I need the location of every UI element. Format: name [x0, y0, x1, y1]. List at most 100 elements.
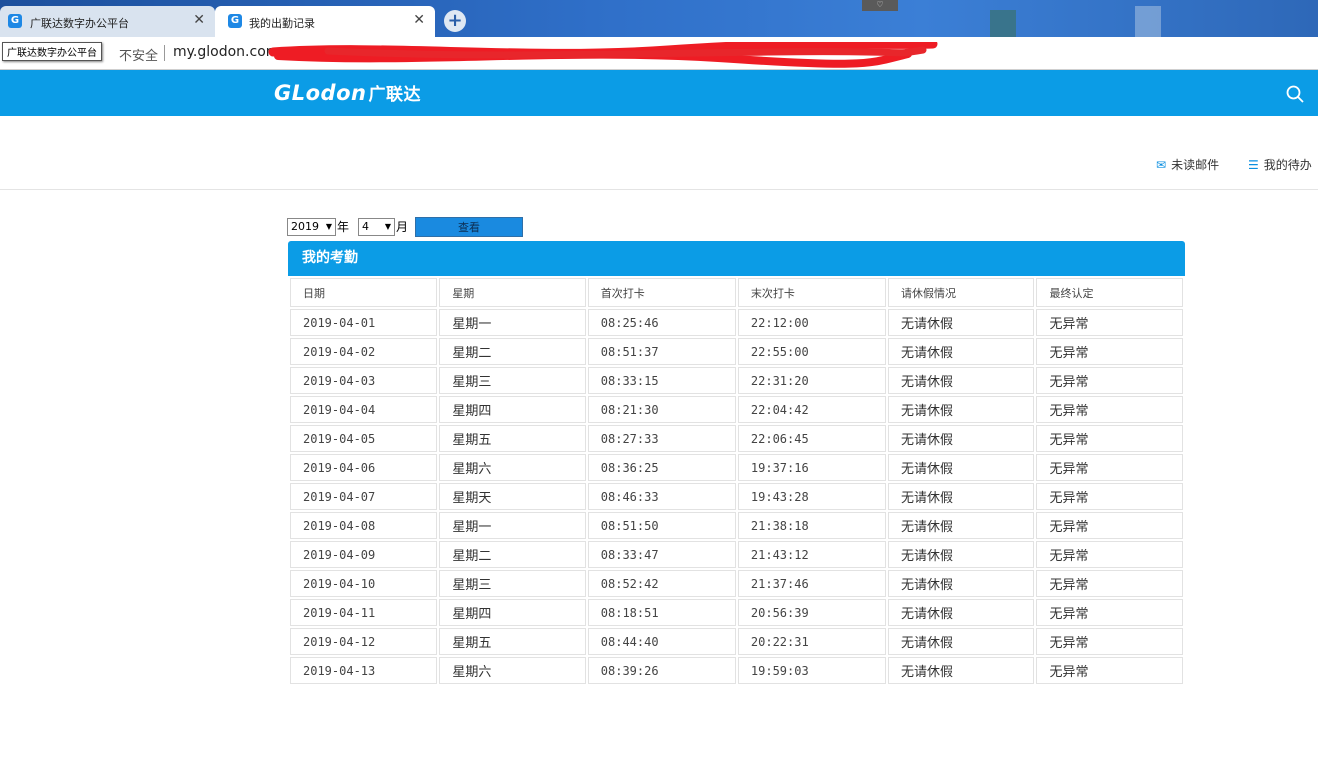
cell-leave: 无请休假: [888, 599, 1035, 626]
cell-first-punch: 08:27:33: [587, 425, 736, 452]
year-label: 年: [337, 220, 350, 234]
address-bar: 广联达数字办公平台 不安全 my.glodon.com: [0, 37, 1318, 70]
cell-last-punch: 20:22:31: [737, 628, 886, 655]
logo-en: GLodon: [274, 81, 367, 105]
cell-weekday: 星期五: [439, 425, 586, 452]
cell-date: 2019-04-07: [290, 483, 438, 510]
table-row: 2019-04-12 星期五 08:44:40 20:22:31 无请休假 无异常: [290, 628, 1183, 655]
attendance-table: 日期 星期 首次打卡 末次打卡 请休假情况 最终认定 2019-04-01 星期一…: [288, 276, 1185, 686]
glodon-logo[interactable]: GLodon 广联达: [274, 80, 421, 105]
cell-weekday: 星期六: [439, 657, 586, 684]
cell-date: 2019-04-04: [290, 396, 438, 423]
month-value: 4: [362, 220, 369, 233]
cell-weekday: 星期二: [439, 338, 586, 365]
tab-title: 广联达数字办公平台: [30, 17, 129, 30]
month-select[interactable]: 4 ▼: [358, 218, 395, 236]
cell-last-punch: 21:38:18: [737, 512, 886, 539]
cell-weekday: 星期四: [439, 396, 586, 423]
cell-leave: 无请休假: [888, 425, 1035, 452]
cell-final: 无异常: [1036, 425, 1183, 452]
cell-final: 无异常: [1036, 657, 1183, 684]
cell-first-punch: 08:36:25: [587, 454, 736, 481]
table-row: 2019-04-07 星期天 08:46:33 19:43:28 无请休假 无异常: [290, 483, 1183, 510]
cell-final: 无异常: [1036, 512, 1183, 539]
cell-final: 无异常: [1036, 396, 1183, 423]
cell-weekday: 星期天: [439, 483, 586, 510]
logo-cn: 广联达: [368, 85, 421, 105]
site-header: GLodon 广联达: [0, 70, 1318, 116]
view-button[interactable]: 查看: [415, 217, 523, 237]
panel-title: 我的考勤: [288, 241, 1185, 276]
cell-last-punch: 20:56:39: [737, 599, 886, 626]
tab-office-platform[interactable]: G 广联达数字办公平台 ✕: [0, 6, 215, 37]
cell-first-punch: 08:25:46: [587, 309, 736, 336]
cell-leave: 无请休假: [888, 483, 1035, 510]
cell-last-punch: 21:37:46: [737, 570, 886, 597]
table-row: 2019-04-08 星期一 08:51:50 21:38:18 无请休假 无异常: [290, 512, 1183, 539]
cell-final: 无异常: [1036, 483, 1183, 510]
cell-date: 2019-04-03: [290, 367, 438, 394]
dropdown-arrow-icon: ▼: [384, 222, 391, 231]
cell-leave: 无请休假: [888, 570, 1035, 597]
unread-mail-link[interactable]: ✉ 未读邮件: [1156, 156, 1219, 173]
cell-date: 2019-04-06: [290, 454, 438, 481]
tab-tooltip: 广联达数字办公平台: [2, 42, 102, 61]
cell-first-punch: 08:33:15: [587, 367, 736, 394]
glodon-favicon-icon: G: [228, 14, 242, 28]
col-last-punch: 末次打卡: [737, 278, 886, 307]
year-value: 2019: [291, 220, 319, 233]
new-tab-plus-icon[interactable]: +: [444, 10, 466, 32]
table-row: 2019-04-03 星期三 08:33:15 22:31:20 无请休假 无异常: [290, 367, 1183, 394]
browser-tab-bar: G 广联达数字办公平台 ✕ G 我的出勤记录 ✕ + ♡: [0, 0, 1318, 37]
cell-date: 2019-04-05: [290, 425, 438, 452]
desktop-file-icon: [1135, 6, 1161, 37]
list-icon: ☰: [1248, 158, 1259, 172]
cell-first-punch: 08:33:47: [587, 541, 736, 568]
cell-weekday: 星期五: [439, 628, 586, 655]
cell-final: 无异常: [1036, 309, 1183, 336]
cell-first-punch: 08:44:40: [587, 628, 736, 655]
col-weekday: 星期: [439, 278, 586, 307]
cell-first-punch: 08:18:51: [587, 599, 736, 626]
cell-first-punch: 08:21:30: [587, 396, 736, 423]
cell-final: 无异常: [1036, 628, 1183, 655]
search-icon[interactable]: [1286, 85, 1304, 103]
my-todo-link[interactable]: ☰ 我的待办: [1248, 156, 1312, 173]
cell-weekday: 星期四: [439, 599, 586, 626]
cell-first-punch: 08:51:37: [587, 338, 736, 365]
unread-mail-label: 未读邮件: [1171, 158, 1220, 172]
cell-first-punch: 08:51:50: [587, 512, 736, 539]
cell-date: 2019-04-01: [290, 309, 438, 336]
month-label: 月: [396, 220, 409, 234]
cell-date: 2019-04-12: [290, 628, 438, 655]
cell-first-punch: 08:52:42: [587, 570, 736, 597]
window-control-icon[interactable]: ♡: [862, 0, 898, 11]
cell-weekday: 星期一: [439, 309, 586, 336]
cell-last-punch: 19:59:03: [737, 657, 886, 684]
cell-leave: 无请休假: [888, 454, 1035, 481]
close-tab-icon[interactable]: ✕: [193, 12, 205, 28]
close-tab-icon[interactable]: ✕: [413, 12, 425, 28]
url-field[interactable]: my.glodon.com: [173, 44, 279, 60]
address-divider: [164, 45, 165, 61]
attendance-panel: 我的考勤 日期 星期 首次打卡 末次打卡 请休假情况 最终认定 2019-04-…: [288, 241, 1185, 691]
cell-leave: 无请休假: [888, 309, 1035, 336]
glodon-favicon-icon: G: [8, 14, 22, 28]
cell-final: 无异常: [1036, 599, 1183, 626]
tab-title: 我的出勤记录: [249, 17, 315, 30]
year-select[interactable]: 2019 ▼: [287, 218, 336, 236]
cell-final: 无异常: [1036, 454, 1183, 481]
security-indicator[interactable]: 不安全: [119, 45, 158, 64]
cell-weekday: 星期三: [439, 367, 586, 394]
tab-attendance-record[interactable]: G 我的出勤记录 ✕: [215, 6, 435, 37]
cell-date: 2019-04-10: [290, 570, 438, 597]
col-leave: 请休假情况: [888, 278, 1035, 307]
table-row: 2019-04-13 星期六 08:39:26 19:59:03 无请休假 无异常: [290, 657, 1183, 684]
cell-last-punch: 22:06:45: [737, 425, 886, 452]
cell-date: 2019-04-11: [290, 599, 438, 626]
cell-weekday: 星期一: [439, 512, 586, 539]
redaction-scribble: [268, 42, 938, 68]
mail-icon: ✉: [1156, 158, 1167, 172]
cell-first-punch: 08:39:26: [587, 657, 736, 684]
table-row: 2019-04-04 星期四 08:21:30 22:04:42 无请休假 无异常: [290, 396, 1183, 423]
